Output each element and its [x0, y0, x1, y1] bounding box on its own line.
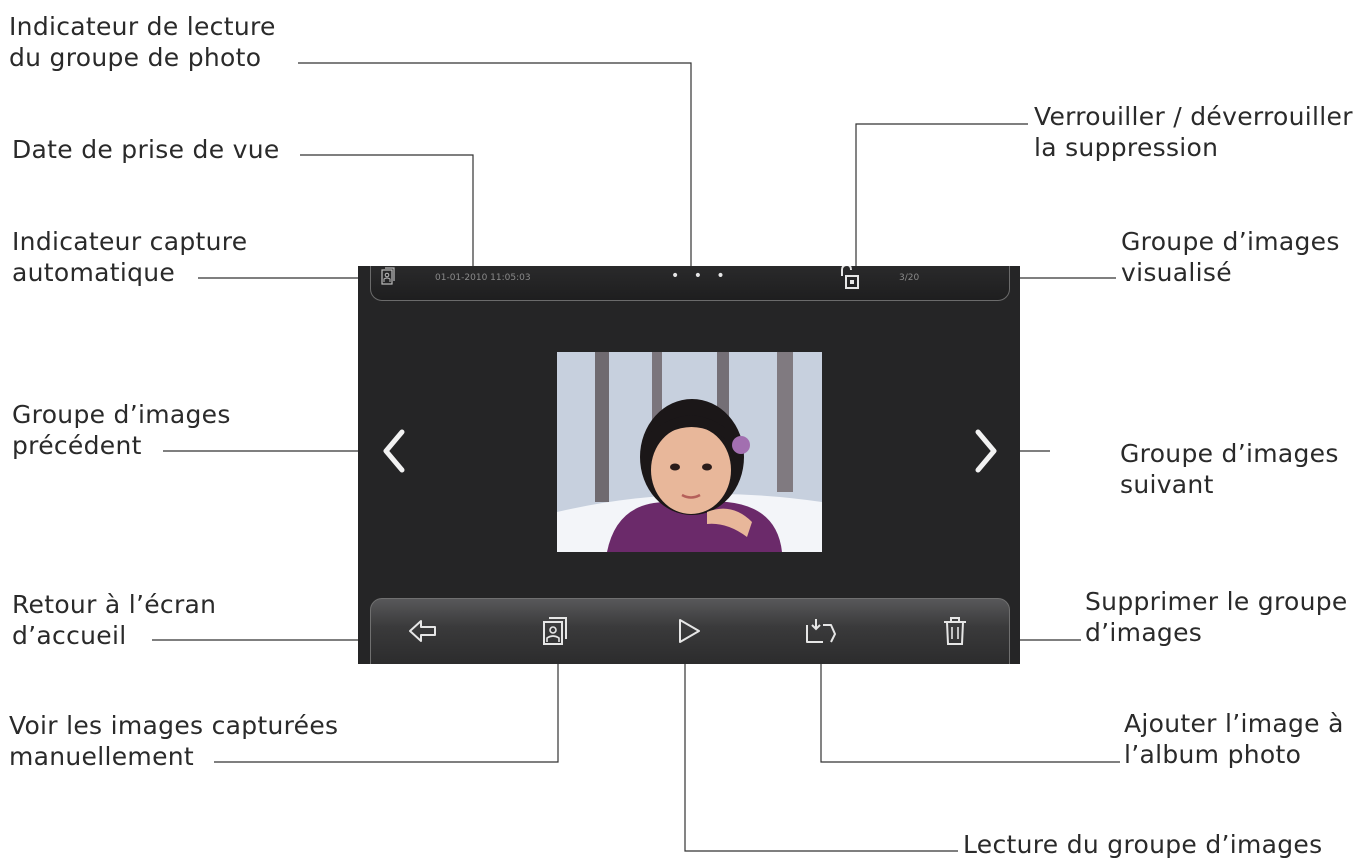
- unlock-icon[interactable]: [839, 266, 859, 292]
- add-to-album-button[interactable]: [799, 611, 843, 651]
- callout-next-group: Groupe d’images suivant: [1120, 439, 1339, 499]
- callout-previous-group: Groupe d’images précédent: [12, 400, 231, 460]
- status-bar: 01-01-2010 11:05:03 • • • 3/20: [370, 266, 1010, 301]
- callout-playback-indicator: Indicateur de lecture du groupe de photo: [9, 12, 276, 72]
- bottom-toolbar: [370, 598, 1010, 664]
- callout-auto-capture: Indicateur capture automatique: [12, 227, 248, 287]
- callout-lock-delete: Verrouiller / déverrouiller la suppressio…: [1034, 102, 1353, 162]
- photo-image: [557, 352, 822, 552]
- callout-group-viewed: Groupe d’images visualisé: [1121, 227, 1340, 287]
- play-icon: [679, 619, 700, 643]
- chevron-right-icon[interactable]: [972, 426, 1002, 476]
- callout-capture-date: Date de prise de vue: [12, 135, 280, 164]
- capture-datetime: 01-01-2010 11:05:03: [435, 273, 531, 283]
- callout-add-album: Ajouter l’image à l’album photo: [1124, 709, 1344, 769]
- chevron-left-icon[interactable]: [378, 426, 408, 476]
- add-to-album-icon: [806, 619, 836, 643]
- delete-button[interactable]: [933, 611, 977, 651]
- group-counter: 3/20: [899, 273, 920, 283]
- callout-manual-images: Voir les images capturées manuellement: [9, 711, 339, 771]
- home-button[interactable]: [401, 611, 445, 651]
- manual-capture-icon: [543, 617, 567, 645]
- back-arrow-icon: [409, 620, 436, 642]
- play-button[interactable]: [667, 611, 711, 651]
- trash-icon: [944, 617, 966, 645]
- captured-photo: [557, 352, 822, 552]
- device-screen: 01-01-2010 11:05:03 • • • 3/20: [358, 266, 1020, 664]
- playback-indicator-dots: • • •: [671, 268, 730, 284]
- auto-capture-icon: [381, 267, 395, 285]
- callout-play-group: Lecture du groupe d’images: [963, 830, 1323, 859]
- manual-images-button[interactable]: [533, 611, 577, 651]
- callout-home: Retour à l’écran d’accueil: [12, 590, 217, 650]
- callout-delete-group: Supprimer le groupe d’images: [1085, 587, 1348, 647]
